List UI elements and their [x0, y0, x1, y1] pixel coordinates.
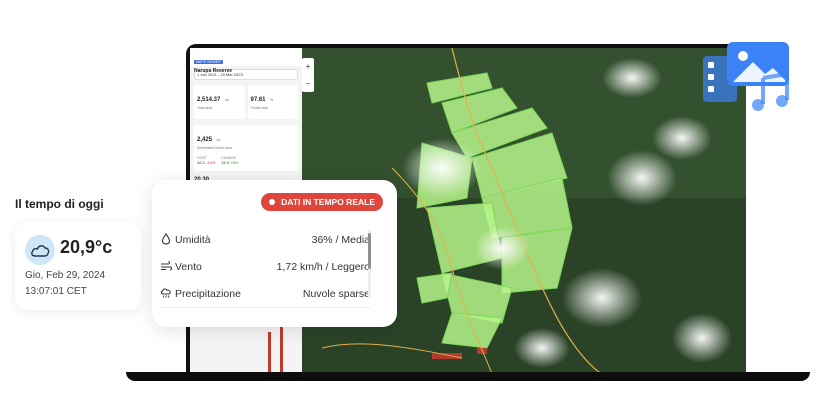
wind-label: Vento: [175, 261, 202, 273]
mini1-value: 42.2: [197, 160, 205, 165]
total-area-card[interactable]: 2,514.37 ha Total area: [194, 85, 245, 119]
mini2-value: 25.3: [221, 160, 230, 165]
precipitation-label: Precipitazione: [175, 288, 241, 300]
live-dot-icon: [269, 199, 276, 205]
humidity-label: Umidità: [175, 234, 211, 246]
forest-ratio-label: Forest ratio: [250, 106, 269, 110]
wind-row: Vento 1,72 km/h / Leggero: [160, 259, 370, 277]
deforested-value: 2,425: [197, 137, 213, 143]
precipitation-row: Precipitazione Nuvole sparse: [160, 286, 370, 304]
weather-details-list[interactable]: Umidità 36% / Media Vento 1,72 km/h / Le…: [152, 222, 376, 308]
temperature-card: 20,9°c Gio, Feb 29, 2024 13:07:01 CET: [15, 222, 141, 310]
deforested-label: Deforested forest area: [197, 146, 232, 150]
humidity-value: 36% / Media: [311, 234, 370, 246]
weather-time: 13:07:01 CET: [25, 286, 87, 297]
cloud-icon: [25, 235, 55, 265]
zoom-out-button[interactable]: −: [306, 79, 311, 88]
panel-tag: MAPS VIEWER: [194, 60, 223, 64]
total-area-label: Total area: [197, 106, 213, 110]
wind-value: 1,72 km/h / Leggero: [276, 261, 370, 273]
bar: [268, 332, 271, 372]
mini2-delta: +8%: [230, 160, 239, 165]
mini1-delta: -14%: [205, 160, 216, 165]
total-area-value: 2,514.37: [197, 97, 221, 103]
mini-stats: COST 42.2 -14% CHANGE 25.3 +8%: [197, 156, 295, 165]
weather-title: Il tempo di oggi: [15, 197, 104, 211]
deforested-card[interactable]: 2,425 ha Deforested forest area COST 42.…: [194, 125, 298, 171]
forest-ratio-unit: %: [269, 98, 274, 102]
wind-icon: [161, 261, 172, 271]
scrollbar-thumb[interactable]: [368, 233, 371, 269]
total-area-unit: ha: [224, 98, 229, 102]
realtime-badge-label: DATI IN TEMPO REALE: [281, 197, 375, 207]
stage: MAPS VIEWER Narupa Reserve 1 Jan 2021 - …: [0, 0, 816, 402]
zoom-control: + −: [302, 58, 314, 92]
forest-ratio-card[interactable]: 97.61 % Forest ratio: [247, 85, 298, 119]
deforested-unit: ha: [216, 138, 221, 142]
rain-cloud-icon: [160, 288, 171, 298]
laptop-base: [126, 372, 810, 381]
weather-details-card: DATI IN TEMPO REALE Umidità 36% / Media …: [152, 180, 397, 327]
media-gallery-icon: [703, 42, 789, 111]
humidity-drop-icon: [161, 233, 171, 245]
divider: [160, 307, 370, 308]
zoom-in-button[interactable]: +: [306, 62, 311, 71]
precipitation-value: Nuvole sparse: [302, 288, 370, 300]
weather-date: Gio, Feb 29, 2024: [25, 270, 106, 281]
realtime-badge: DATI IN TEMPO REALE: [261, 193, 383, 211]
humidity-row: Umidità 36% / Media: [160, 232, 370, 250]
forest-ratio-value: 97.61: [250, 97, 266, 103]
panel-header: MAPS VIEWER Narupa Reserve: [190, 48, 302, 74]
temperature-value: 20,9°c: [60, 237, 113, 257]
